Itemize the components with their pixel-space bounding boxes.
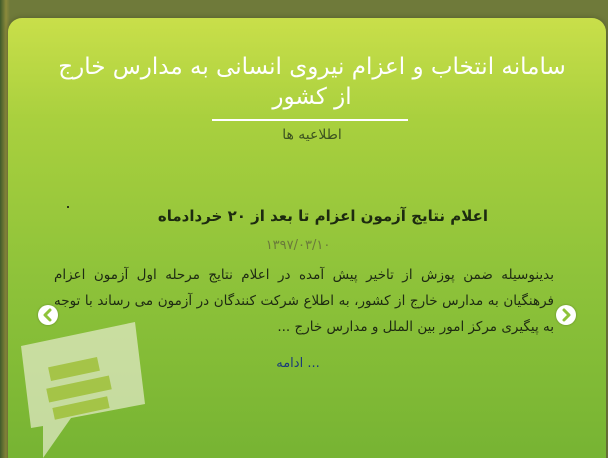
chevron-left-icon [43, 308, 52, 322]
news-headline[interactable]: اعلام نتایج آزمون اعزام تا بعد از ۲۰ خرد… [68, 204, 488, 228]
carousel-prev-button[interactable] [38, 305, 58, 325]
panel-title: سامانه انتخاب و اعزام نیروی انسانی به مد… [58, 54, 566, 110]
carousel-next-button[interactable] [556, 305, 576, 325]
announcements-panel: سامانه انتخاب و اعزام نیروی انسانی به مد… [8, 18, 606, 458]
page-frame: سامانه انتخاب و اعزام نیروی انسانی به مد… [0, 0, 608, 458]
section-subtitle: اطلاعیه ها [282, 127, 342, 143]
chevron-right-icon [562, 308, 571, 322]
news-date: ۱۳۹۷/۰۳/۱۰ [265, 238, 331, 253]
read-more-link[interactable]: ... ادامه [248, 353, 348, 375]
message-bubble-icon [21, 322, 145, 458]
title-divider [212, 119, 408, 121]
